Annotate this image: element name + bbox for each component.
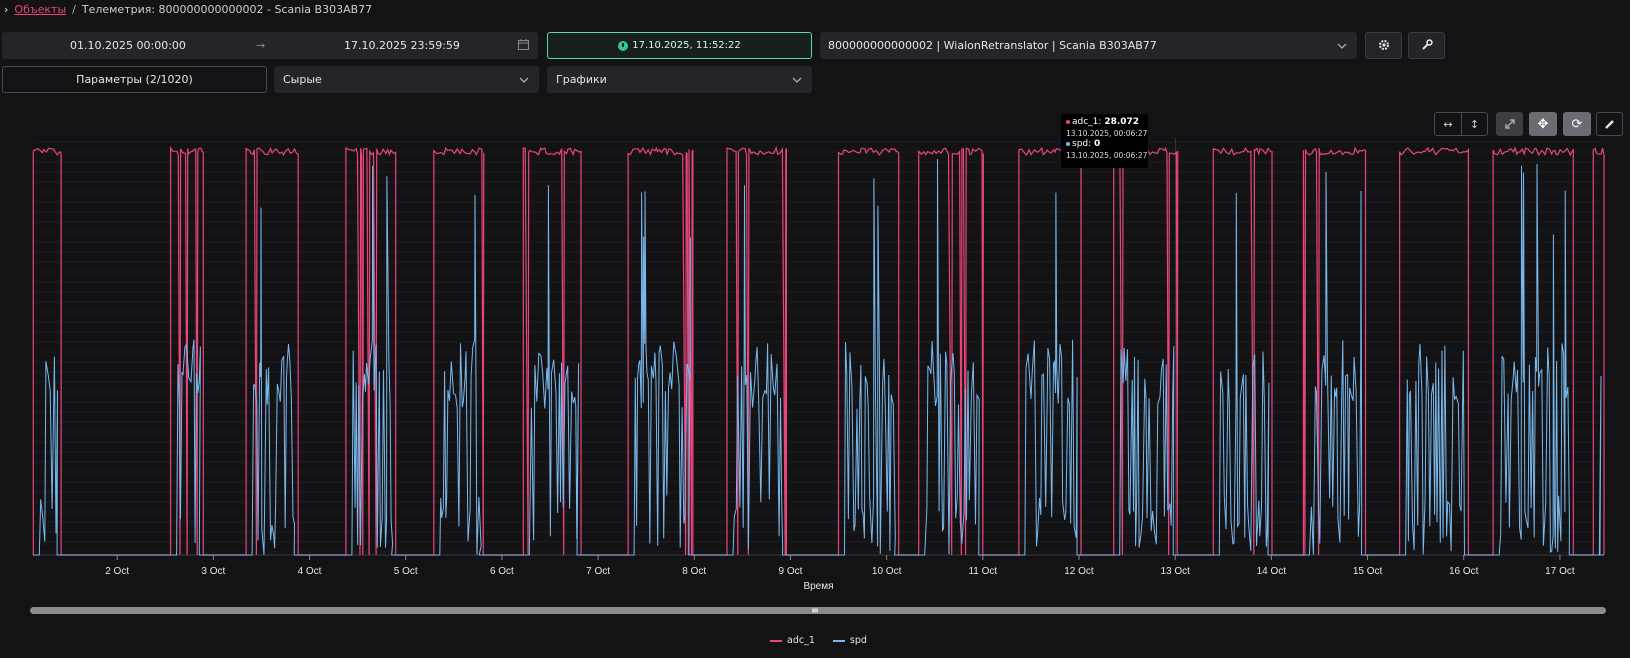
x-tick-label: 2 Oct	[105, 566, 129, 577]
x-tick-label: 7 Oct	[586, 566, 610, 577]
tooltip-spd-label: spd:	[1072, 139, 1092, 149]
device-select[interactable]: 800000000000002 | WialonRetranslator | S…	[820, 32, 1357, 59]
x-tick-label: 11 Oct	[968, 566, 997, 577]
chevron-down-icon	[1337, 39, 1347, 52]
x-tick-label: 5 Oct	[394, 566, 418, 577]
scrollbar-grip-icon	[812, 608, 818, 613]
x-tick-label: 15 Oct	[1353, 566, 1383, 577]
tooltip-adc-value: 28.072	[1104, 117, 1140, 127]
x-tick-label: 3 Oct	[201, 566, 225, 577]
x-axis-title: Время	[803, 581, 833, 592]
date-from-field[interactable]: 01.10.2025 00:00:00	[2, 39, 254, 52]
params-button[interactable]: Параметры (2/1020)	[2, 66, 267, 93]
tools-button[interactable]	[1408, 32, 1445, 59]
breadcrumb-current: Телеметрия: 800000000000002 - Scania В30…	[81, 3, 373, 16]
tooltip-adc-label: adc_1:	[1072, 117, 1102, 127]
x-tick-label: 16 Oct	[1449, 566, 1479, 577]
arrow-right-icon: →	[256, 39, 266, 52]
breadcrumb-separator: /	[72, 3, 76, 16]
calendar-icon[interactable]	[518, 39, 529, 53]
spd-dot-icon	[1066, 141, 1070, 146]
date-to-field[interactable]: 17.10.2025 23:59:59	[292, 39, 512, 52]
tooltip-spd-value: 0	[1094, 139, 1101, 149]
clock-icon	[618, 40, 629, 51]
legend-item-spd[interactable]: spd	[832, 635, 867, 646]
legend-label-spd: spd	[849, 635, 867, 646]
params-label: Параметры (2/1020)	[76, 73, 193, 86]
current-time-button[interactable]: 17.10.2025, 11:52:22	[547, 32, 812, 59]
x-tick-label: 8 Oct	[682, 566, 706, 577]
chevron-down-icon	[519, 73, 529, 86]
legend-label-adc: adc_1	[787, 635, 815, 646]
legend-swatch-spd	[832, 639, 845, 642]
chart-legend: adc_1 spd	[770, 635, 867, 646]
current-time-label: 17.10.2025, 11:52:22	[632, 40, 741, 51]
x-tick-label: 13 Oct	[1160, 566, 1190, 577]
device-select-value: 800000000000002 | WialonRetranslator | S…	[828, 39, 1157, 52]
chart-tooltip: adc_1: 28.072 13.10.2025, 00:06:27 spd: …	[1061, 114, 1148, 168]
breadcrumb: › Объекты / Телеметрия: 800000000000002 …	[4, 3, 372, 16]
x-tick-label: 6 Oct	[490, 566, 514, 577]
x-tick-label: 14 Oct	[1257, 566, 1287, 577]
x-tick-label: 10 Oct	[872, 566, 902, 577]
x-tick-label: 12 Oct	[1064, 566, 1094, 577]
chevron-down-icon	[792, 73, 802, 86]
adc-dot-icon	[1066, 119, 1070, 124]
breadcrumb-objects-link[interactable]: Объекты	[14, 3, 66, 16]
legend-swatch-adc	[770, 639, 782, 642]
view-value: Графики	[556, 73, 607, 86]
x-tick-label: 9 Oct	[778, 566, 802, 577]
x-tick-label: 4 Oct	[298, 566, 322, 577]
gear-icon	[1378, 36, 1390, 55]
settings-button[interactable]	[1365, 32, 1402, 59]
telemetry-chart[interactable]: 2 Oct 3 Oct 4 Oct 5 Oct 6 Oct 7 Oct 8 Oct 9 Oct…	[0, 100, 1630, 630]
data-type-value: Сырые	[283, 73, 322, 86]
view-select[interactable]: Графики	[547, 66, 812, 93]
chevron-right-icon: ›	[4, 3, 9, 16]
data-type-select[interactable]: Сырые	[274, 66, 539, 93]
legend-item-adc[interactable]: adc_1	[770, 635, 815, 646]
tooltip-adc-time: 13.10.2025, 00:06:27	[1066, 129, 1148, 138]
x-tick-label: 17 Oct	[1545, 566, 1575, 577]
tooltip-spd-time: 13.10.2025, 00:06:27	[1066, 151, 1148, 160]
series-line-spd	[33, 159, 1604, 556]
date-range-picker[interactable]: 01.10.2025 00:00:00 → 17.10.2025 23:59:5…	[2, 32, 538, 59]
wrench-icon	[1421, 36, 1433, 55]
